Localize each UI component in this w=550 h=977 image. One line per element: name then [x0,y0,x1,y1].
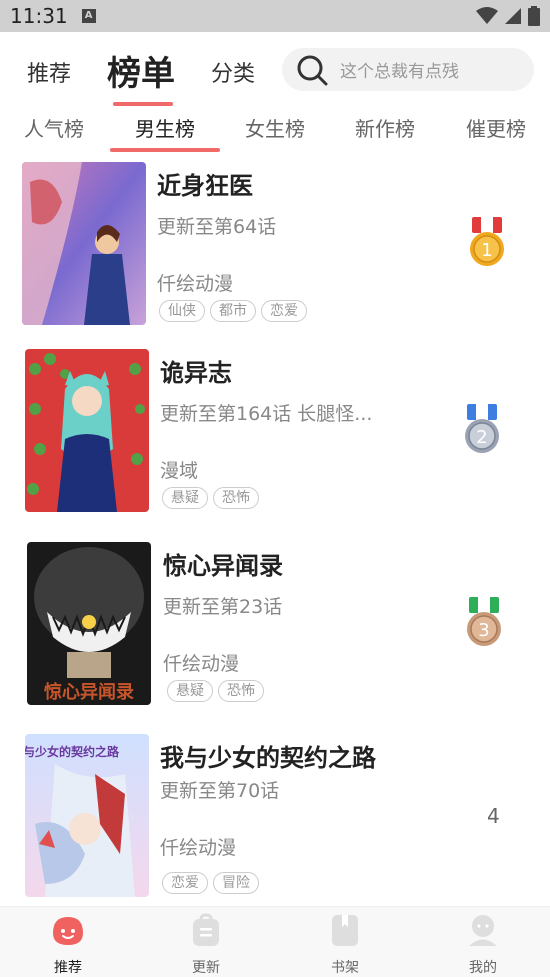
nav-profile[interactable]: 我的 [443,913,523,977]
subtab-new[interactable]: 新作榜 [355,113,415,142]
rank-number: 1 [481,240,492,261]
comic-title[interactable]: 惊心异闻录 [163,546,283,581]
comic-tag: 悬疑 [167,680,213,702]
comic-title[interactable]: 我与少女的契约之路 [160,738,376,773]
comic-author: 漫域 [160,460,199,482]
nav-recommend-label: 推荐 [54,960,82,976]
search-icon [297,55,328,85]
update-bag-icon [193,913,219,946]
cover-title-art: 我与少女的契约之路 [25,744,120,759]
nav-update-label: 更新 [192,960,220,976]
rank-number: 4 [487,804,500,828]
comic-title[interactable]: 诡异志 [160,353,232,388]
wifi-icon [476,7,498,24]
nav-bookshelf-label: 书架 [331,960,359,976]
subtab-male[interactable]: 男生榜 [135,113,195,142]
list-item[interactable]: 惊心异闻录 惊心异闻录 更新至第23话 仟绘动漫 悬疑 恐怖 3 [0,542,550,722]
nav-bookshelf[interactable]: 书架 [305,913,385,977]
subtab-popular[interactable]: 人气榜 [24,113,84,142]
tab-recommend[interactable]: 推荐 [27,56,71,88]
nav-update[interactable]: 更新 [166,913,246,977]
list-item[interactable]: 近身狂医 更新至第64话 仟绘动漫 仙侠 都市 恋爱 1 [0,162,550,342]
status-time: 11:31 [10,4,68,28]
rank-number: 2 [476,427,487,448]
comic-tag: 恐怖 [213,487,259,509]
bottom-navigation: 推荐 更新 书架 我的 [0,906,550,977]
comic-latest-chapter: 更新至第164话 长腿怪... [160,403,373,425]
comic-author: 仟绘动漫 [163,653,240,675]
comic-tag: 恋爱 [261,300,307,322]
tab-category[interactable]: 分类 [211,56,255,88]
list-item[interactable]: 诡异志 更新至第164话 长腿怪... 漫域 悬疑 恐怖 2 [0,349,550,529]
status-icons [476,6,540,26]
comic-tag: 都市 [210,300,256,322]
notification-a-icon: A [81,9,96,23]
comic-tag: 恋爱 [162,872,208,894]
nav-profile-label: 我的 [469,960,497,976]
comic-latest-chapter: 更新至第64话 [157,216,277,238]
comic-tag: 恐怖 [218,680,264,702]
comic-tag: 冒险 [213,872,259,894]
comic-cover[interactable]: 惊心异闻录 [27,542,151,705]
battery-icon [528,6,540,26]
comic-tags: 悬疑 恐怖 [162,487,259,509]
bookshelf-icon [332,915,358,946]
comic-author: 仟绘动漫 [157,273,234,295]
silver-medal-icon: 2 [462,404,502,456]
comic-author: 仟绘动漫 [160,837,237,859]
subtab-male-indicator [110,148,220,152]
comic-latest-chapter: 更新至第23话 [163,596,283,618]
search-bar[interactable]: 这个总裁有点残 [282,48,534,91]
cover-title-art: 惊心异闻录 [44,681,134,703]
nav-recommend[interactable]: 推荐 [28,913,108,977]
signal-icon [505,8,521,24]
tab-ranking[interactable]: 榜单 [107,46,175,95]
status-bar: 11:31 A [0,0,550,32]
comic-tags: 仙侠 都市 恋爱 [159,300,307,322]
subtab-urge[interactable]: 催更榜 [466,113,526,142]
gold-medal-icon: 1 [467,217,507,269]
bronze-medal-icon: 3 [464,597,504,649]
comic-latest-chapter: 更新至第70话 [160,780,280,802]
subtab-female[interactable]: 女生榜 [245,113,305,142]
comic-tags: 恋爱 冒险 [162,872,259,894]
recommend-face-icon [53,917,83,945]
header: 推荐 榜单 分类 这个总裁有点残 [0,32,550,106]
list-item[interactable]: 我与少女的契约之路 我与少女的契约之路 更新至第70话 仟绘动漫 恋爱 冒险 4 [0,734,550,914]
rank-number: 3 [478,620,489,641]
comic-tag: 悬疑 [162,487,208,509]
comic-tag: 仙侠 [159,300,205,322]
search-placeholder: 这个总裁有点残 [340,62,459,82]
comic-cover[interactable] [25,349,149,512]
comic-cover[interactable] [22,162,146,325]
comic-title[interactable]: 近身狂医 [157,166,253,201]
ranking-subtabs: 人气榜 男生榜 女生榜 新作榜 催更榜 [0,106,550,154]
comic-tags: 悬疑 恐怖 [167,680,264,702]
profile-icon [469,915,497,946]
comic-cover[interactable]: 我与少女的契约之路 [25,734,149,897]
